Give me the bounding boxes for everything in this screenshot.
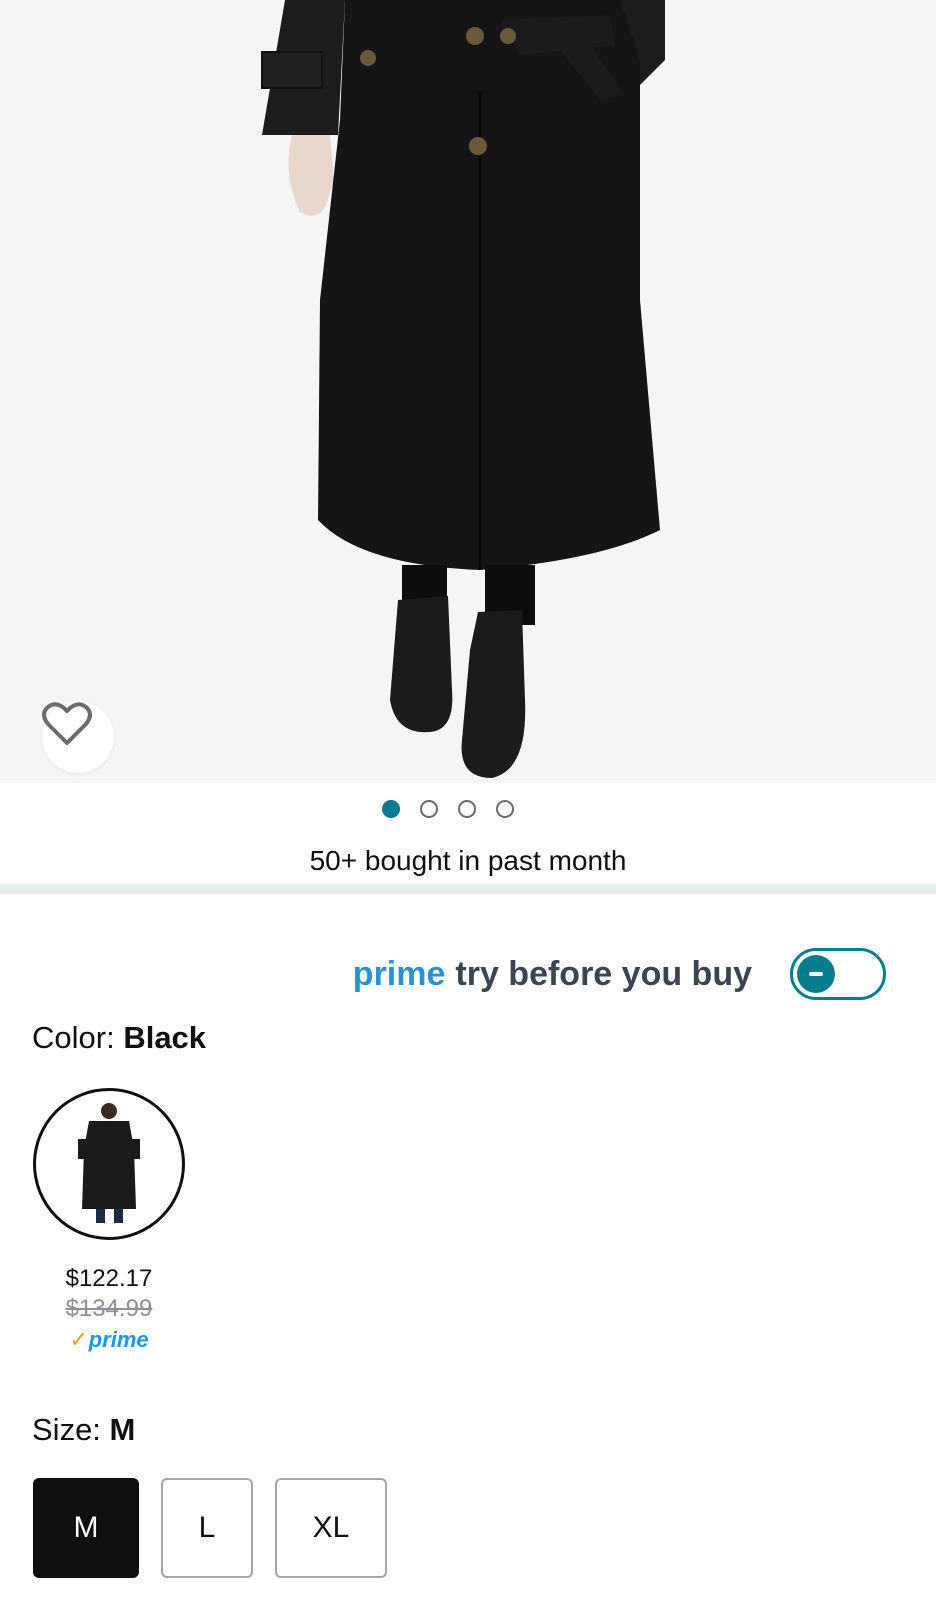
swatch-list-price: $134.99 xyxy=(65,1295,153,1322)
size-label-prefix: Size: xyxy=(32,1412,110,1447)
swatch-thumbnail xyxy=(78,1103,140,1223)
color-value: Black xyxy=(123,1020,207,1055)
prime-badge: ✓prime xyxy=(32,1327,186,1353)
color-swatch-black[interactable] xyxy=(33,1088,185,1240)
size-option-l[interactable]: L xyxy=(161,1478,253,1578)
size-options: M L XL xyxy=(33,1478,387,1578)
check-icon: ✓ xyxy=(69,1327,88,1352)
minus-icon xyxy=(809,972,823,976)
carousel-dot[interactable] xyxy=(496,800,514,818)
trench-coat-photo xyxy=(261,0,665,778)
carousel-indicator xyxy=(0,800,916,818)
size-value: M xyxy=(109,1412,136,1447)
toggle-knob xyxy=(797,955,835,993)
try-before-you-buy-label: try before you buy xyxy=(455,954,752,993)
try-before-you-buy: prime try before you buy xyxy=(353,948,886,1000)
section-divider xyxy=(0,884,936,894)
swatch-price-block: $122.17 $134.99 ✓prime xyxy=(32,1265,186,1353)
carousel-dot[interactable] xyxy=(382,800,400,818)
wishlist-button[interactable] xyxy=(42,701,114,773)
try-before-you-buy-toggle[interactable] xyxy=(790,948,886,1000)
color-label: Color: Black xyxy=(32,1020,206,1056)
carousel-dot[interactable] xyxy=(420,800,438,818)
bought-count: 50+ bought in past month xyxy=(309,845,627,876)
prime-logo: prime xyxy=(352,954,446,993)
product-image[interactable] xyxy=(0,0,936,783)
size-option-xl[interactable]: XL xyxy=(275,1478,387,1578)
size-label: Size: M xyxy=(32,1412,135,1448)
swatch-price: $122.17 xyxy=(65,1265,153,1292)
carousel-dot[interactable] xyxy=(458,800,476,818)
color-label-prefix: Color: xyxy=(32,1020,124,1055)
prime-badge-text: prime xyxy=(88,1327,149,1352)
size-option-m[interactable]: M xyxy=(33,1478,139,1578)
